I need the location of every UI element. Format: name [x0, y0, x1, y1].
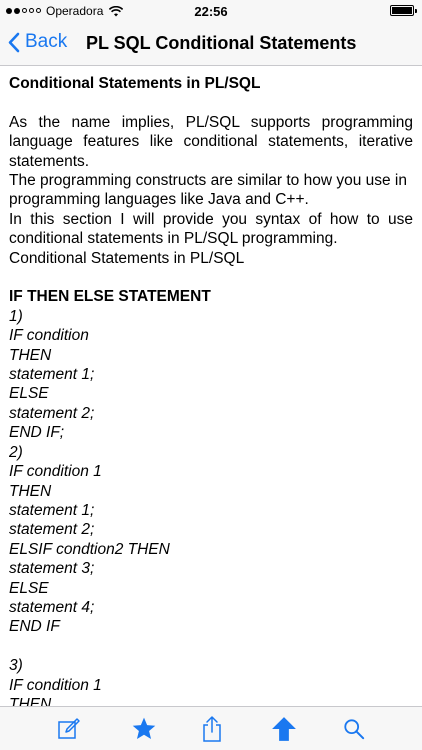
- code-line: ELSIF condtion2 THEN: [9, 540, 170, 558]
- code-block-2: 3) IF condition 1 THEN: [9, 656, 413, 708]
- share-icon: [203, 716, 221, 742]
- code-line: ELSE: [9, 385, 49, 403]
- intro-paragraph-2: The programming constructs are similar t…: [9, 172, 407, 209]
- intro-paragraph-1: As the name implies, PL/SQL supports pro…: [9, 113, 413, 170]
- search-icon: [344, 719, 365, 740]
- share-button[interactable]: [198, 715, 226, 743]
- article-heading: Conditional Statements in PL/SQL: [9, 75, 261, 92]
- section-title: IF THEN ELSE STATEMENT: [9, 288, 211, 306]
- intro-paragraph-4: Conditional Statements in PL/SQL: [9, 249, 245, 267]
- code-line: statement 4;: [9, 598, 95, 616]
- intro-paragraph-3: In this section I will provide you synta…: [9, 210, 413, 248]
- navigation-bar: Back PL SQL Conditional Statements: [0, 22, 422, 66]
- page-title: PL SQL Conditional Statements: [86, 33, 357, 53]
- code-line: statement 3;: [9, 560, 95, 578]
- code-line: statement 2;: [9, 404, 95, 422]
- code-line: ELSE: [9, 579, 49, 597]
- code-block-1: 1) IF condition THEN statement 1; ELSE s…: [9, 307, 413, 637]
- battery-icon: [390, 5, 417, 16]
- code-line: 2): [9, 443, 23, 461]
- star-icon: [132, 717, 156, 739]
- status-time: 22:56: [194, 4, 228, 19]
- search-button[interactable]: [340, 715, 368, 743]
- code-line: END IF;: [9, 424, 65, 442]
- scroll-to-top-button[interactable]: [270, 715, 298, 743]
- favorite-button[interactable]: [130, 715, 158, 743]
- code-line: IF condition 1: [9, 463, 102, 481]
- code-line: END IF: [9, 618, 60, 636]
- chevron-left-icon: [8, 32, 20, 52]
- code-line: statement 2;: [9, 521, 95, 539]
- code-line: IF condition 1: [9, 676, 102, 694]
- code-line: 3): [9, 657, 23, 675]
- back-button-label: Back: [25, 31, 68, 52]
- up-arrow-icon: [272, 717, 296, 741]
- code-line: statement 1;: [9, 366, 95, 384]
- edit-button[interactable]: [55, 715, 83, 743]
- back-button[interactable]: Back: [8, 31, 67, 53]
- code-line: statement 1;: [9, 501, 95, 519]
- status-bar: Operadora 22:56: [0, 0, 422, 22]
- code-line: 1): [9, 307, 23, 325]
- edit-icon: [58, 718, 80, 739]
- code-line: THEN: [9, 482, 52, 500]
- article-content[interactable]: Conditional Statements in PL/SQL As the …: [9, 66, 413, 708]
- code-line: IF condition: [9, 327, 89, 345]
- bottom-toolbar: [0, 706, 422, 750]
- code-line: THEN: [9, 346, 52, 364]
